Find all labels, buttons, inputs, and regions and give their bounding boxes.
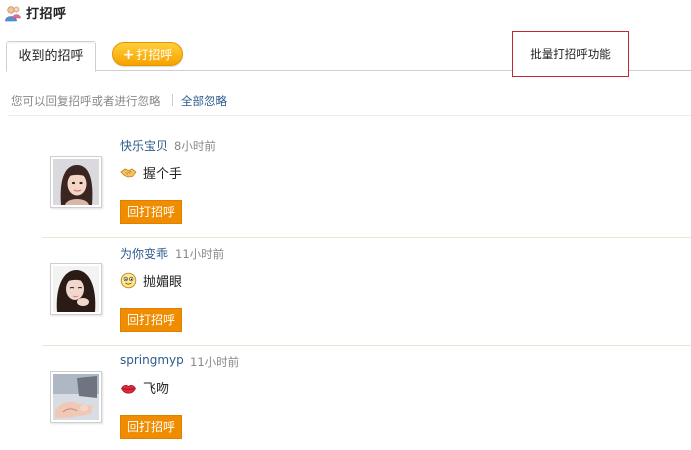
reply-greeting-button[interactable]: 回打招呼 (120, 308, 182, 332)
reply-greeting-button[interactable]: 回打招呼 (120, 200, 182, 224)
username-link[interactable]: springmyp (120, 353, 184, 367)
batch-greeting-feature-box[interactable]: 批量打招呼功能 (512, 31, 629, 77)
timestamp: 8小时前 (174, 139, 216, 153)
user-avatar[interactable] (50, 263, 102, 315)
page-title: 打招呼 (26, 7, 67, 22)
send-greeting-button[interactable]: + 打招呼 (112, 42, 183, 66)
greeting-message: 握个手 (143, 167, 183, 182)
tab-label: 收到的招呼 (18, 49, 84, 64)
username-link[interactable]: 为你变乖 (120, 245, 168, 262)
kiss-lips-icon (120, 380, 137, 397)
handshake-icon (120, 164, 137, 181)
ignore-all-link[interactable]: 全部忽略 (181, 93, 227, 109)
greeting-message: 抛媚眼 (143, 275, 183, 290)
greeting-people-icon (4, 5, 22, 23)
wink-face-icon (120, 272, 137, 289)
list-item: 快乐宝贝 8小时前 握个手 回打招呼 (0, 128, 691, 234)
list-item: 为你变乖 11小时前 抛媚眼 回打招呼 (0, 236, 691, 342)
username-link[interactable]: 快乐宝贝 (120, 137, 168, 154)
reply-greeting-button[interactable]: 回打招呼 (120, 415, 182, 439)
plus-icon: + (122, 47, 135, 63)
hint-text: 您可以回复招呼或者进行忽略 (11, 94, 161, 108)
user-avatar[interactable] (50, 371, 102, 423)
tab-received-greetings[interactable]: 收到的招呼 (6, 41, 96, 72)
greeting-message: 飞吻 (143, 382, 170, 397)
send-greeting-label: 打招呼 (136, 48, 173, 62)
separator (172, 94, 173, 106)
user-avatar[interactable] (50, 156, 102, 208)
list-top-divider (8, 115, 691, 116)
timestamp: 11小时前 (190, 355, 240, 369)
list-item: springmyp 11小时前 飞吻 回打招呼 (0, 344, 691, 450)
timestamp: 11小时前 (175, 247, 225, 261)
batch-greeting-label: 批量打招呼功能 (530, 47, 611, 61)
